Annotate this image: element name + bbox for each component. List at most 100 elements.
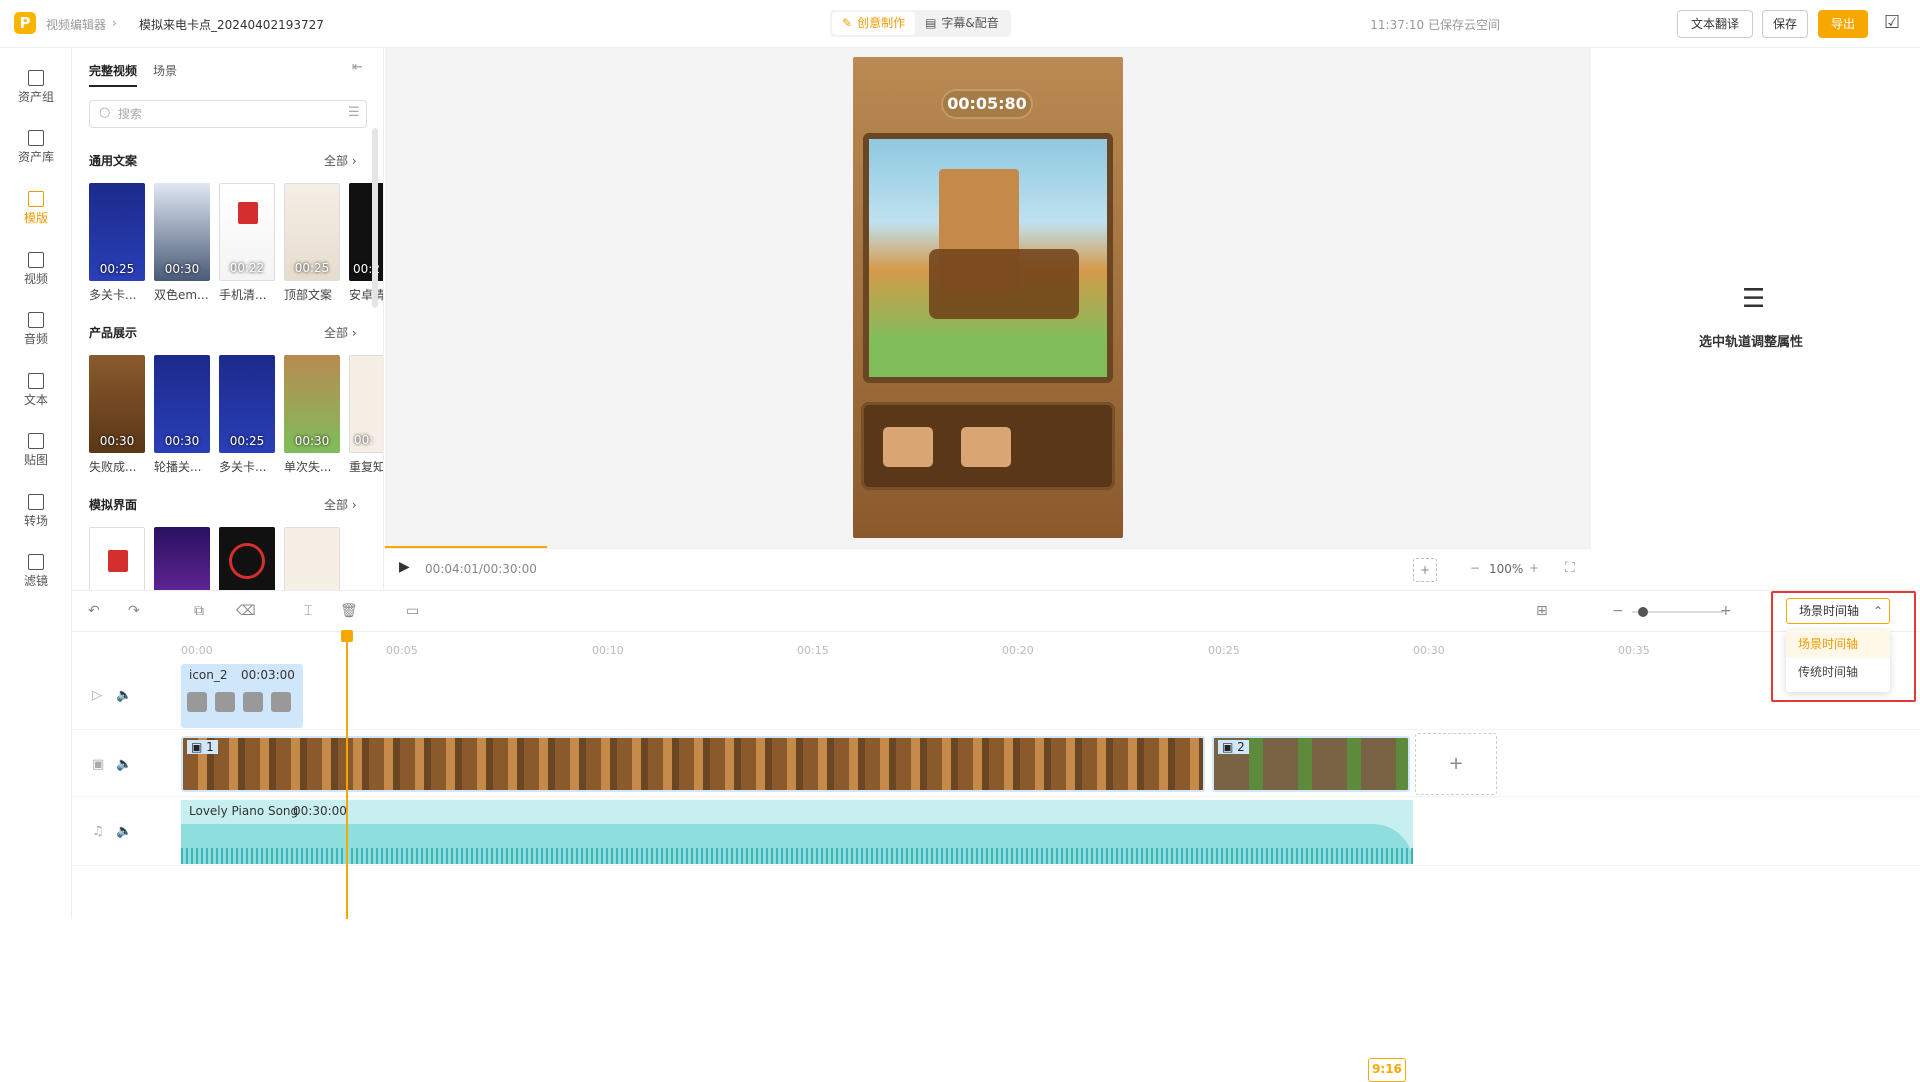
film-icon <box>28 252 44 268</box>
puzzle-image <box>869 139 1107 377</box>
text-icon <box>28 373 44 389</box>
translate-button[interactable]: 文本翻译 <box>1677 10 1753 38</box>
template-thumb[interactable] <box>154 527 210 590</box>
nav-sticker[interactable]: 贴图 <box>0 423 72 479</box>
grid-snap-icon[interactable]: ⊞ <box>1536 603 1548 619</box>
add-scene-button[interactable]: + <box>1415 733 1497 795</box>
undo-icon[interactable]: ↶ <box>88 603 100 619</box>
template-thumb[interactable] <box>219 527 275 590</box>
game-timer: 00:05:80 <box>941 89 1033 119</box>
play-box-icon <box>28 130 44 146</box>
nav-asset-group[interactable]: 资产组 <box>0 60 72 116</box>
add-ratio-icon[interactable]: + <box>1413 558 1437 582</box>
mode-switch: ✎ 创意制作 ▤ 字幕&配音 <box>830 10 1011 37</box>
clip-index: ▣ 1 <box>187 740 218 754</box>
redo-icon[interactable]: ↷ <box>128 603 140 619</box>
project-name[interactable]: 模拟来电卡点_20240402193727 <box>139 16 324 33</box>
template-thumb[interactable]: 00:25 <box>219 355 275 453</box>
left-nav: 资产组 资产库 模版 视频 音频 文本 贴图 转场 滤镜 <box>0 48 72 919</box>
ruler-tick: 00:35 <box>1618 644 1650 657</box>
playhead[interactable] <box>341 630 353 919</box>
nav-asset-library[interactable]: 资产库 <box>0 120 72 176</box>
tab-full-video[interactable]: 完整视频 <box>89 62 138 87</box>
puzzle-piece[interactable] <box>883 427 933 467</box>
ruler-tick: 00:20 <box>1002 644 1034 657</box>
video-clip-1[interactable]: ▣ 1 <box>181 736 1205 792</box>
track-mute-icon[interactable]: 🔈 <box>116 824 132 839</box>
folder-icon[interactable]: ▭ <box>406 603 419 619</box>
template-thumb[interactable] <box>284 527 340 590</box>
timeline-zoom-out-icon[interactable]: − <box>1612 603 1624 619</box>
icon-frame <box>271 692 291 712</box>
section-all-mock-ui[interactable]: 全部 › <box>324 496 357 513</box>
preview-area: 00:05:80 ▶ 00:04:01/00:30:00 9:16 + − 10… <box>385 48 1591 1082</box>
search-input[interactable]: 搜索 <box>89 100 367 128</box>
nav-transition[interactable]: 转场 <box>0 484 72 540</box>
zoom-out-icon[interactable]: − <box>1470 561 1480 575</box>
timeline-zoom-handle[interactable] <box>1638 607 1648 617</box>
audio-name: Lovely Piano Song <box>189 804 299 818</box>
nav-template[interactable]: 模版 <box>0 181 72 237</box>
collapse-panel-icon[interactable]: ⇤ <box>352 60 363 75</box>
template-label: 安卓清 <box>349 288 384 302</box>
eraser-icon[interactable]: ⌫ <box>236 603 256 619</box>
nav-text[interactable]: 文本 <box>0 363 72 419</box>
video-canvas[interactable]: 00:05:80 <box>853 57 1123 538</box>
filter-settings-icon[interactable]: ☰ <box>348 105 360 120</box>
template-thumb[interactable]: 00: <box>349 355 383 453</box>
nav-audio[interactable]: 音频 <box>0 302 72 358</box>
template-thumb[interactable]: 00:30 <box>154 355 210 453</box>
section-title-general: 通用文案 <box>89 154 138 168</box>
sticker-track: ▷ 🔈 <box>72 664 1920 730</box>
track-mute-icon[interactable]: 🔈 <box>116 688 132 703</box>
audio-duration: 00:30:00 <box>293 804 347 818</box>
fullscreen-icon[interactable]: ⛶ <box>1565 560 1575 576</box>
copy-icon[interactable]: ⧉ <box>194 603 204 619</box>
tab-creative[interactable]: ✎ 创意制作 <box>832 12 916 35</box>
icon-clip[interactable]: icon_2 00:03:00 <box>181 664 303 728</box>
highlight-box <box>1771 591 1916 702</box>
timeline-zoom-in-icon[interactable]: + <box>1720 603 1732 619</box>
filter-icon <box>28 554 44 570</box>
section-all-product[interactable]: 全部 › <box>324 324 357 341</box>
tab-scene[interactable]: 场景 <box>153 62 177 79</box>
chevron-right-icon: › <box>112 16 117 30</box>
section-all-general[interactable]: 全部 › <box>324 152 357 169</box>
audio-waveform <box>181 848 1413 864</box>
nav-video[interactable]: 视频 <box>0 242 72 298</box>
video-clip-2[interactable]: ▣ 2 <box>1212 736 1410 792</box>
save-button[interactable]: 保存 <box>1762 10 1808 38</box>
template-thumb[interactable]: 00:30 <box>154 183 210 281</box>
zoom-in-icon[interactable]: + <box>1529 561 1539 575</box>
export-button[interactable]: 导出 <box>1818 10 1868 38</box>
delete-icon[interactable]: 🗑 <box>340 603 358 619</box>
play-icon[interactable]: ▶ <box>399 559 410 575</box>
nav-filter[interactable]: 滤镜 <box>0 544 72 600</box>
breadcrumb-root[interactable]: 视频编辑器 <box>46 16 106 33</box>
template-thumb[interactable]: 00:25 <box>89 183 145 281</box>
template-label: 顶部文案 <box>284 288 333 302</box>
puzzle-piece[interactable] <box>961 427 1011 467</box>
icon-frame <box>215 692 235 712</box>
template-thumb[interactable]: 00:22 <box>219 183 275 281</box>
template-icon <box>28 191 44 207</box>
template-thumb[interactable]: 00:2 <box>349 183 383 281</box>
icon-frame <box>187 692 207 712</box>
template-thumb[interactable] <box>89 527 145 590</box>
aspect-ratio-button[interactable]: 9:16 <box>1368 1058 1406 1082</box>
track-mute-icon[interactable]: 🔈 <box>116 757 132 772</box>
template-thumb[interactable]: 00:25 <box>284 183 340 281</box>
audio-clip[interactable]: Lovely Piano Song 00:30:00 <box>181 800 1413 864</box>
split-icon[interactable]: ⌶ <box>304 603 312 619</box>
task-check-icon[interactable]: ☑ <box>1884 12 1900 33</box>
track-visible-icon[interactable]: ▷ <box>92 688 102 703</box>
template-label: 多关卡... <box>219 460 267 474</box>
template-thumb[interactable]: 00:30 <box>284 355 340 453</box>
panel-scrollbar[interactable] <box>372 128 378 308</box>
track-visible-icon[interactable]: ▣ <box>92 757 104 772</box>
tab-subtitle-dubbing[interactable]: ▤ 字幕&配音 <box>915 12 1009 35</box>
section-title-product: 产品展示 <box>89 326 138 340</box>
template-thumb[interactable]: 00:30 <box>89 355 145 453</box>
properties-hint: 选中轨道调整属性 <box>1699 335 1804 350</box>
playhead-handle[interactable] <box>341 630 353 642</box>
